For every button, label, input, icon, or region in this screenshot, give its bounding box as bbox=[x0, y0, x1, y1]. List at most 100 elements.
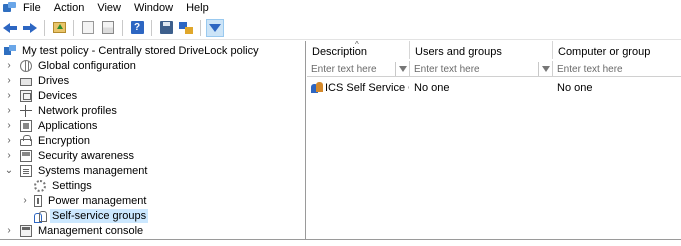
tree-item-label: Security awareness bbox=[38, 149, 134, 162]
chevron-right-icon[interactable]: › bbox=[4, 90, 14, 102]
tree-item-systems-management[interactable]: ⌄ Systems management bbox=[4, 163, 149, 178]
cell-description: ICS Self Service G... bbox=[325, 82, 409, 94]
toolbar: ? bbox=[0, 16, 681, 40]
menu-window[interactable]: Window bbox=[134, 0, 182, 16]
tree-item-label: Power management bbox=[48, 194, 147, 207]
tree-item-label: Applications bbox=[38, 119, 98, 132]
forward-button[interactable] bbox=[21, 19, 39, 37]
chevron-right-icon[interactable]: › bbox=[4, 120, 14, 132]
toolbar-separator bbox=[73, 19, 74, 36]
chevron-down-icon[interactable]: ⌄ bbox=[4, 165, 14, 177]
group-icon bbox=[34, 210, 47, 223]
drive-icon bbox=[20, 77, 32, 86]
computers-filter-input[interactable] bbox=[557, 62, 667, 76]
tree-item-global-configuration[interactable]: › Global configuration bbox=[4, 58, 138, 73]
app-icon[interactable] bbox=[3, 2, 17, 14]
save-icon bbox=[159, 21, 173, 34]
tree-item-power-management[interactable]: › Power management bbox=[20, 193, 148, 208]
tree-item-label: Devices bbox=[38, 89, 78, 102]
filter-icon bbox=[209, 23, 221, 32]
tree-item-network-profiles[interactable]: › Network profiles bbox=[4, 103, 119, 118]
chevron-right-icon[interactable]: › bbox=[4, 60, 14, 72]
filter-cell-computers bbox=[553, 61, 681, 77]
power-icon bbox=[34, 194, 42, 207]
toolbar-separator bbox=[200, 19, 201, 36]
users-filter-input[interactable] bbox=[414, 62, 534, 76]
bottom-border bbox=[0, 239, 681, 240]
network-button[interactable] bbox=[177, 19, 195, 37]
chevron-right-icon[interactable]: › bbox=[4, 75, 14, 87]
tree-item-label: Management console bbox=[38, 224, 144, 237]
export-list-button[interactable] bbox=[99, 19, 117, 37]
tree-item-label: Systems management bbox=[38, 164, 148, 177]
network-icon bbox=[20, 104, 32, 117]
column-header-description[interactable]: Description bbox=[307, 41, 410, 59]
help-button[interactable]: ? bbox=[128, 19, 146, 37]
chevron-right-icon[interactable]: › bbox=[4, 150, 14, 162]
users-filter-button[interactable] bbox=[538, 62, 552, 76]
filter-button[interactable] bbox=[206, 18, 224, 37]
toolbar-separator bbox=[151, 19, 152, 36]
tree-item-security-awareness[interactable]: › Security awareness bbox=[4, 148, 136, 163]
cell-computers: No one bbox=[557, 82, 593, 94]
tree-item-devices[interactable]: › Devices bbox=[4, 88, 79, 103]
filter-icon bbox=[398, 66, 407, 72]
network-icon bbox=[179, 21, 193, 34]
list-pane: ^ Description Users and groups Computer … bbox=[307, 41, 681, 239]
menu-view[interactable]: View bbox=[97, 0, 130, 16]
menu-action[interactable]: Action bbox=[54, 0, 94, 16]
table-row[interactable]: ICS Self Service G... No one No one bbox=[307, 81, 681, 95]
back-icon bbox=[3, 22, 17, 33]
tree-root-label: My test policy - Centrally stored DriveL… bbox=[22, 44, 259, 57]
tree-item-label: Drives bbox=[38, 74, 70, 87]
tree-item-applications[interactable]: › Applications bbox=[4, 118, 99, 133]
tree-item-label: Global configuration bbox=[38, 59, 136, 72]
tree-item-label: Encryption bbox=[38, 134, 90, 147]
devices-icon bbox=[20, 89, 32, 102]
menu-bar: File Action View Window Help bbox=[0, 0, 681, 16]
toolbar-separator bbox=[122, 19, 123, 36]
applications-icon bbox=[20, 119, 32, 132]
tree-root[interactable]: My test policy - Centrally stored DriveL… bbox=[4, 43, 261, 58]
tree-item-settings[interactable]: Settings bbox=[34, 178, 94, 193]
forward-icon bbox=[23, 22, 37, 33]
tree-item-management-console[interactable]: › Management console bbox=[4, 223, 145, 238]
menu-help[interactable]: Help bbox=[186, 0, 218, 16]
column-header-users-and-groups[interactable]: Users and groups bbox=[410, 41, 553, 59]
description-filter-input[interactable] bbox=[311, 62, 393, 76]
chevron-right-icon[interactable]: › bbox=[4, 225, 14, 237]
security-icon bbox=[20, 149, 32, 162]
filter-cell-description bbox=[307, 61, 410, 77]
export-list-icon bbox=[102, 21, 114, 34]
chevron-right-icon[interactable]: › bbox=[20, 195, 30, 207]
gear-icon bbox=[34, 179, 46, 192]
tree-item-label: Settings bbox=[52, 179, 92, 192]
filter-cell-users bbox=[410, 61, 553, 77]
column-header-computer-or-group[interactable]: Computer or group bbox=[553, 41, 681, 59]
filter-icon bbox=[541, 66, 550, 72]
tree-item-self-service-groups[interactable]: Self-service groups bbox=[34, 208, 149, 223]
menu-file[interactable]: File bbox=[23, 0, 50, 16]
tree-item-encryption[interactable]: › Encryption bbox=[4, 133, 92, 148]
tree-item-label: Self-service groups bbox=[50, 208, 149, 223]
up-folder-icon bbox=[52, 22, 66, 33]
group-icon bbox=[311, 82, 323, 94]
show-hide-tree-icon bbox=[82, 21, 94, 34]
back-button[interactable] bbox=[1, 19, 19, 37]
chevron-right-icon[interactable]: › bbox=[4, 105, 14, 117]
toolbar-separator bbox=[44, 19, 45, 36]
show-hide-tree-button[interactable] bbox=[79, 19, 97, 37]
save-button[interactable] bbox=[157, 19, 175, 37]
tree-item-drives[interactable]: › Drives bbox=[4, 73, 71, 88]
console-icon bbox=[20, 224, 32, 237]
tree-item-label: Network profiles bbox=[38, 104, 117, 117]
chevron-right-icon[interactable]: › bbox=[4, 135, 14, 147]
tree-pane: My test policy - Centrally stored DriveL… bbox=[0, 41, 306, 239]
help-icon: ? bbox=[130, 21, 144, 34]
policy-icon bbox=[4, 44, 16, 57]
description-filter-button[interactable] bbox=[395, 62, 409, 76]
cell-users: No one bbox=[414, 82, 450, 94]
up-folder-button[interactable] bbox=[50, 19, 68, 37]
globe-icon bbox=[20, 59, 32, 72]
systems-management-icon bbox=[20, 164, 32, 177]
